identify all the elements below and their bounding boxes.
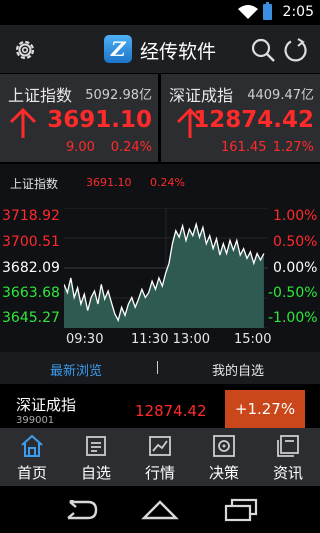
- intraday-chart[interactable]: 上证指数 3691.10 0.24% 3718.92 3700.51 3682.…: [0, 164, 320, 352]
- bottom-nav: 首页 自选 行情 决策 资讯: [0, 428, 320, 486]
- watchlist-icon: [86, 436, 106, 456]
- home-button-icon[interactable]: [141, 498, 179, 520]
- chart-percent: 0.24%: [150, 176, 185, 189]
- nav-label: 首页: [16, 464, 47, 482]
- y-tick-left: 3663.68: [2, 285, 60, 301]
- list-tabs: 最新浏览 我的自选: [0, 352, 320, 384]
- index-name: 深证成指: [169, 86, 234, 105]
- index-volume: 4409.47亿: [247, 88, 314, 103]
- wifi-icon: [238, 5, 258, 19]
- tab-divider: [157, 361, 158, 374]
- y-tick-right: -1.00%: [268, 310, 318, 326]
- app-header: 经传软件: [0, 25, 320, 73]
- index-change: 9.00: [66, 140, 95, 155]
- nav-decision[interactable]: 决策: [192, 428, 256, 486]
- stock-price: 12874.42: [135, 402, 207, 420]
- chart-title: 上证指数: [10, 177, 59, 191]
- y-tick-right: 1.00%: [273, 208, 318, 224]
- chart-price: 3691.10: [86, 176, 132, 189]
- price-line-plot: [64, 208, 268, 328]
- clock: 2:05: [282, 4, 314, 20]
- nav-market[interactable]: 行情: [128, 428, 192, 486]
- change-badge: +1.27%: [225, 390, 305, 428]
- news-icon: [277, 435, 299, 457]
- decision-target-icon: [213, 435, 235, 457]
- nav-home[interactable]: 首页: [0, 428, 64, 486]
- nav-label: 决策: [208, 464, 239, 482]
- index-change: 161.45: [221, 140, 267, 155]
- market-chart-icon: [149, 436, 171, 456]
- refresh-icon[interactable]: [283, 37, 309, 63]
- y-tick-left: 3718.92: [2, 208, 60, 224]
- back-icon[interactable]: [62, 500, 100, 520]
- tab-watchlist[interactable]: 我的自选: [212, 360, 264, 379]
- index-name: 上证指数: [8, 86, 73, 105]
- index-card-shanghai[interactable]: 上证指数 5092.98亿 3691.10 9.00 0.24%: [0, 74, 158, 162]
- index-card-shenzhen[interactable]: 深证成指 4409.47亿 12874.42 161.45 1.27%: [161, 74, 320, 162]
- status-bar: 2:05: [0, 0, 320, 25]
- list-item[interactable]: 深证成指 399001 12874.42 +1.27%: [0, 384, 320, 428]
- x-tick: 15:00: [234, 332, 272, 347]
- recent-apps-icon[interactable]: [224, 498, 258, 522]
- y-tick-right: -0.50%: [268, 285, 318, 301]
- nav-label: 资讯: [272, 464, 303, 482]
- nav-watchlist[interactable]: 自选: [64, 428, 128, 486]
- y-tick-left: 3682.09: [2, 260, 60, 276]
- arrow-up-icon: [9, 108, 37, 138]
- system-nav-bar: [0, 486, 320, 533]
- stock-name: 深证成指: [16, 396, 77, 414]
- nav-label: 自选: [80, 464, 111, 482]
- index-price: 12874.42: [193, 107, 314, 133]
- app-logo: [104, 35, 132, 63]
- x-tick: 11:30 13:00: [131, 332, 211, 347]
- y-tick-left: 3645.27: [2, 310, 60, 326]
- nav-news[interactable]: 资讯: [256, 428, 320, 486]
- search-icon[interactable]: [250, 37, 276, 63]
- index-percent: 1.27%: [272, 140, 314, 155]
- tab-recent[interactable]: 最新浏览: [50, 360, 102, 379]
- index-price: 3691.10: [47, 107, 152, 133]
- stock-code: 399001: [16, 415, 55, 426]
- gear-icon[interactable]: [12, 37, 38, 63]
- y-tick-right: 0.50%: [273, 234, 318, 250]
- y-tick-right: 0.00%: [273, 260, 318, 276]
- x-tick: 09:30: [66, 332, 104, 347]
- app-title: 经传软件: [140, 41, 217, 63]
- price-area: [64, 224, 264, 328]
- y-tick-left: 3700.51: [2, 234, 60, 250]
- nav-label: 行情: [144, 464, 175, 482]
- index-percent: 0.24%: [110, 140, 152, 155]
- battery-icon: [263, 2, 272, 20]
- index-volume: 5092.98亿: [85, 88, 152, 103]
- home-icon: [21, 434, 43, 457]
